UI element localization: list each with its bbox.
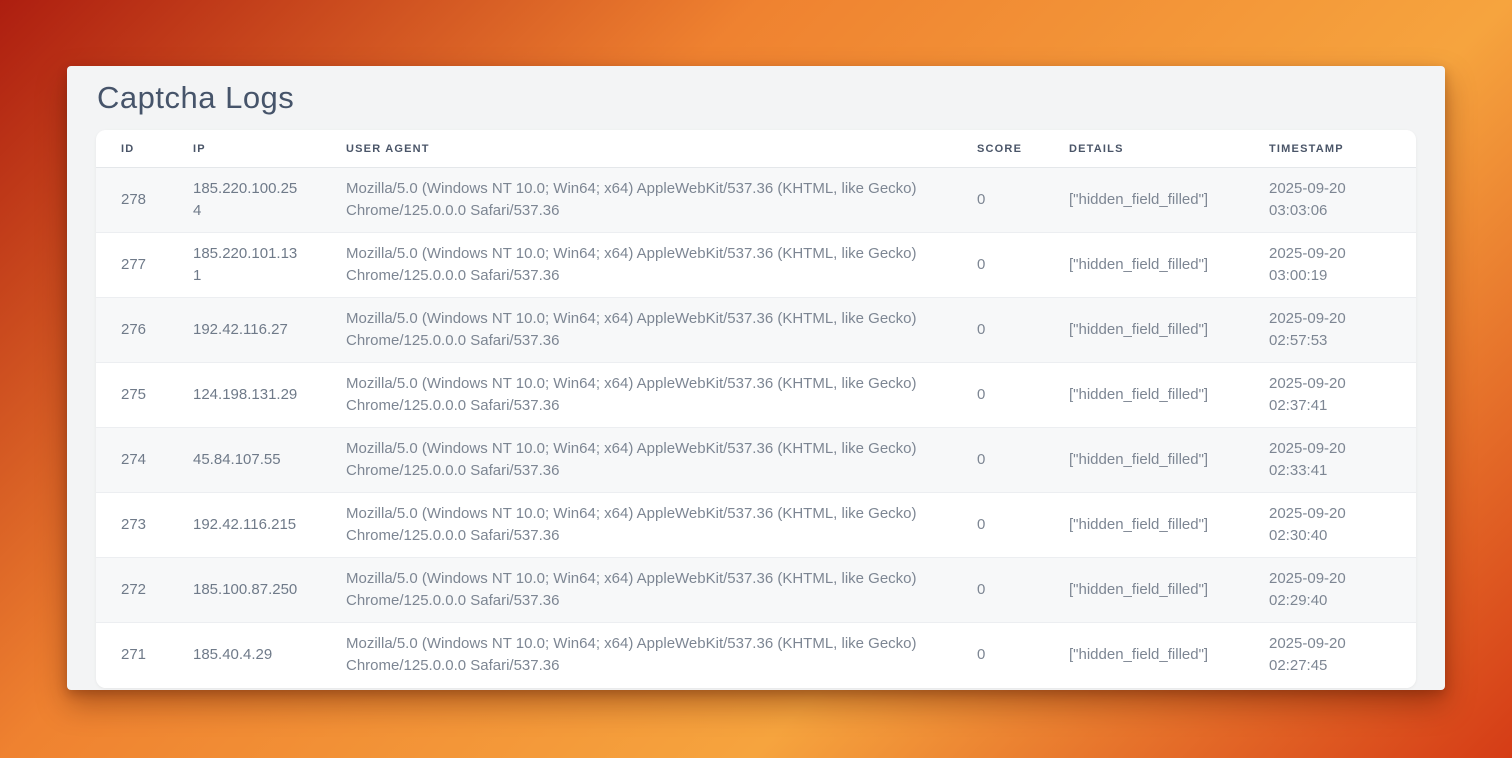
cell-timestamp: 2025-09-20 02:37:41: [1244, 363, 1416, 428]
cell-user_agent: Mozilla/5.0 (Windows NT 10.0; Win64; x64…: [321, 428, 952, 493]
cell-id: 277: [96, 233, 168, 298]
cell-timestamp: 2025-09-20 03:03:06: [1244, 168, 1416, 233]
column-header-id: ID: [96, 130, 168, 168]
cell-details: ["hidden_field_filled"]: [1044, 298, 1244, 363]
column-header-timestamp: TIMESTAMP: [1244, 130, 1416, 168]
cell-ip: 192.42.116.215: [168, 493, 321, 558]
cell-id: 272: [96, 558, 168, 623]
page-title: Captcha Logs: [96, 66, 1416, 130]
cell-ip: 185.40.4.29: [168, 623, 321, 688]
table-row: 275124.198.131.29Mozilla/5.0 (Windows NT…: [96, 363, 1416, 428]
cell-score: 0: [952, 233, 1044, 298]
table-row: 27445.84.107.55Mozilla/5.0 (Windows NT 1…: [96, 428, 1416, 493]
cell-user_agent: Mozilla/5.0 (Windows NT 10.0; Win64; x64…: [321, 168, 952, 233]
cell-details: ["hidden_field_filled"]: [1044, 168, 1244, 233]
column-header-score: SCORE: [952, 130, 1044, 168]
cell-ip: 124.198.131.29: [168, 363, 321, 428]
cell-details: ["hidden_field_filled"]: [1044, 233, 1244, 298]
cell-user_agent: Mozilla/5.0 (Windows NT 10.0; Win64; x64…: [321, 363, 952, 428]
cell-user_agent: Mozilla/5.0 (Windows NT 10.0; Win64; x64…: [321, 623, 952, 688]
logs-table: IDIPUSER AGENTSCOREDETAILSTIMESTAMP 2781…: [96, 130, 1416, 688]
cell-details: ["hidden_field_filled"]: [1044, 558, 1244, 623]
cell-ip: 185.220.101.131: [168, 233, 321, 298]
column-header-ip: IP: [168, 130, 321, 168]
cell-score: 0: [952, 428, 1044, 493]
cell-user_agent: Mozilla/5.0 (Windows NT 10.0; Win64; x64…: [321, 298, 952, 363]
table-header-row: IDIPUSER AGENTSCOREDETAILSTIMESTAMP: [96, 130, 1416, 168]
column-header-user_agent: USER AGENT: [321, 130, 952, 168]
cell-user_agent: Mozilla/5.0 (Windows NT 10.0; Win64; x64…: [321, 233, 952, 298]
cell-details: ["hidden_field_filled"]: [1044, 363, 1244, 428]
cell-id: 275: [96, 363, 168, 428]
cell-id: 276: [96, 298, 168, 363]
cell-score: 0: [952, 298, 1044, 363]
cell-details: ["hidden_field_filled"]: [1044, 493, 1244, 558]
cell-ip: 192.42.116.27: [168, 298, 321, 363]
cell-details: ["hidden_field_filled"]: [1044, 623, 1244, 688]
column-header-details: DETAILS: [1044, 130, 1244, 168]
cell-details: ["hidden_field_filled"]: [1044, 428, 1244, 493]
cell-ip: 185.100.87.250: [168, 558, 321, 623]
cell-timestamp: 2025-09-20 02:29:40: [1244, 558, 1416, 623]
cell-user_agent: Mozilla/5.0 (Windows NT 10.0; Win64; x64…: [321, 493, 952, 558]
table-row: 276192.42.116.27Mozilla/5.0 (Windows NT …: [96, 298, 1416, 363]
cell-timestamp: 2025-09-20 02:27:45: [1244, 623, 1416, 688]
cell-id: 278: [96, 168, 168, 233]
cell-ip: 45.84.107.55: [168, 428, 321, 493]
table-row: 273192.42.116.215Mozilla/5.0 (Windows NT…: [96, 493, 1416, 558]
cell-timestamp: 2025-09-20 02:57:53: [1244, 298, 1416, 363]
cell-score: 0: [952, 168, 1044, 233]
cell-timestamp: 2025-09-20 03:00:19: [1244, 233, 1416, 298]
cell-score: 0: [952, 363, 1044, 428]
cell-id: 273: [96, 493, 168, 558]
cell-timestamp: 2025-09-20 02:33:41: [1244, 428, 1416, 493]
cell-ip: 185.220.100.254: [168, 168, 321, 233]
captcha-logs-card: Captcha Logs IDIPUSER AGENTSCOREDETAILST…: [67, 66, 1445, 690]
cell-score: 0: [952, 493, 1044, 558]
table-row: 277185.220.101.131Mozilla/5.0 (Windows N…: [96, 233, 1416, 298]
logs-table-container: IDIPUSER AGENTSCOREDETAILSTIMESTAMP 2781…: [96, 130, 1416, 688]
cell-score: 0: [952, 558, 1044, 623]
cell-id: 274: [96, 428, 168, 493]
table-row: 278185.220.100.254Mozilla/5.0 (Windows N…: [96, 168, 1416, 233]
cell-user_agent: Mozilla/5.0 (Windows NT 10.0; Win64; x64…: [321, 558, 952, 623]
table-row: 271185.40.4.29Mozilla/5.0 (Windows NT 10…: [96, 623, 1416, 688]
cell-id: 271: [96, 623, 168, 688]
table-row: 272185.100.87.250Mozilla/5.0 (Windows NT…: [96, 558, 1416, 623]
cell-timestamp: 2025-09-20 02:30:40: [1244, 493, 1416, 558]
cell-score: 0: [952, 623, 1044, 688]
